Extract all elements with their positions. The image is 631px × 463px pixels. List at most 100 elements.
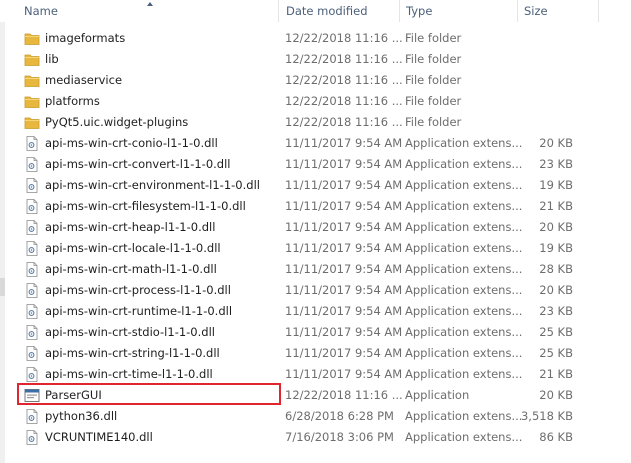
dll-icon — [24, 178, 40, 193]
column-header-bar: Name Date modified Type Size — [0, 0, 631, 22]
file-date-modified: 11/11/2017 9:54 AM — [285, 157, 403, 171]
file-type: File folder — [405, 73, 462, 87]
file-type: File folder — [405, 52, 462, 66]
file-name: api-ms-win-crt-convert-l1-1-0.dll — [45, 157, 231, 171]
file-name: api-ms-win-crt-stdio-l1-1-0.dll — [45, 325, 215, 339]
file-row[interactable]: api-ms-win-crt-convert-l1-1-0.dll 11/11/2… — [18, 154, 631, 175]
file-row[interactable]: api-ms-win-crt-string-l1-1-0.dll 11/11/20… — [18, 343, 631, 364]
file-date-modified: 11/11/2017 9:54 AM — [285, 262, 403, 276]
column-divider[interactable] — [399, 0, 400, 22]
file-date-modified: 11/11/2017 9:54 AM — [285, 199, 403, 213]
folder-icon — [24, 94, 40, 109]
file-type: Application extens... — [405, 136, 523, 150]
navigation-pane-splitter[interactable] — [0, 278, 5, 296]
file-date-modified: 11/11/2017 9:54 AM — [285, 241, 403, 255]
column-header-name[interactable]: Name — [24, 0, 58, 22]
file-size: 20 KB — [539, 220, 573, 234]
file-type: Application extens... — [405, 304, 523, 318]
file-size: 21 KB — [539, 367, 573, 381]
dll-icon — [24, 283, 40, 298]
file-row[interactable]: python36.dll 6/28/2018 6:28 PM Application… — [18, 406, 631, 427]
file-size: 86 KB — [539, 430, 573, 444]
file-name: platforms — [45, 94, 100, 108]
file-date-modified: 11/11/2017 9:54 AM — [285, 283, 403, 297]
file-type: Application extens... — [405, 262, 523, 276]
dll-icon — [24, 304, 40, 319]
folder-icon — [24, 52, 40, 67]
file-row[interactable]: api-ms-win-crt-process-l1-1-0.dll 11/11/2… — [18, 280, 631, 301]
file-size: 25 KB — [539, 325, 573, 339]
file-row[interactable]: VCRUNTIME140.dll 7/16/2018 3:06 PM Applica… — [18, 427, 631, 448]
file-date-modified: 11/11/2017 9:54 AM — [285, 346, 403, 360]
file-type: Application extens... — [405, 346, 523, 360]
file-row[interactable]: api-ms-win-crt-conio-l1-1-0.dll 11/11/201… — [18, 133, 631, 154]
file-type: Application extens... — [405, 430, 523, 444]
dll-icon — [24, 430, 40, 445]
file-name: api-ms-win-crt-time-l1-1-0.dll — [45, 367, 213, 381]
file-row[interactable]: lib 12/22/2018 11:16 ... File folder — [18, 49, 631, 70]
file-row[interactable]: api-ms-win-crt-math-l1-1-0.dll 11/11/2017… — [18, 259, 631, 280]
file-name: lib — [45, 52, 59, 66]
file-row[interactable]: imageformats 12/22/2018 11:16 ... File fol… — [18, 28, 631, 49]
file-name: VCRUNTIME140.dll — [45, 430, 153, 444]
file-row[interactable]: api-ms-win-crt-environment-l1-1-0.dll 11/… — [18, 175, 631, 196]
file-name: mediaservice — [45, 73, 123, 87]
folder-icon — [24, 115, 40, 130]
file-row[interactable]: mediaservice 12/22/2018 11:16 ... File fol… — [18, 70, 631, 91]
column-divider[interactable] — [278, 0, 279, 22]
file-size: 28 KB — [539, 262, 573, 276]
dll-icon — [24, 157, 40, 172]
file-row[interactable]: api-ms-win-crt-heap-l1-1-0.dll 11/11/2017… — [18, 217, 631, 238]
file-type: Application extens... — [405, 178, 523, 192]
dll-icon — [24, 346, 40, 361]
dll-icon — [24, 325, 40, 340]
column-divider[interactable] — [517, 0, 518, 22]
file-row[interactable]: api-ms-win-crt-runtime-l1-1-0.dll 11/11/2… — [18, 301, 631, 322]
file-size: 3,518 KB — [520, 409, 573, 423]
file-date-modified: 12/22/2018 11:16 ... — [285, 115, 403, 129]
file-type: Application extens... — [405, 157, 523, 171]
file-date-modified: 11/11/2017 9:54 AM — [285, 136, 403, 150]
column-header-date-modified[interactable]: Date modified — [286, 0, 368, 22]
dll-icon — [24, 136, 40, 151]
file-row[interactable]: platforms 12/22/2018 11:16 ... File folder — [18, 91, 631, 112]
file-type: Application — [405, 388, 470, 402]
file-name: api-ms-win-crt-conio-l1-1-0.dll — [45, 136, 218, 150]
file-type: File folder — [405, 31, 462, 45]
file-name: ParserGUI — [45, 388, 102, 402]
file-type: Application extens... — [405, 409, 523, 423]
file-name: imageformats — [45, 31, 126, 45]
file-row[interactable]: api-ms-win-crt-locale-l1-1-0.dll 11/11/20… — [18, 238, 631, 259]
file-type: File folder — [405, 94, 462, 108]
file-date-modified: 11/11/2017 9:54 AM — [285, 220, 403, 234]
file-size: 19 KB — [539, 178, 573, 192]
file-row[interactable]: PyQt5.uic.widget-plugins 12/22/2018 11:16… — [18, 112, 631, 133]
sort-ascending-icon — [147, 2, 153, 6]
file-size: 19 KB — [539, 241, 573, 255]
column-header-type[interactable]: Type — [406, 0, 432, 22]
file-row[interactable]: api-ms-win-crt-stdio-l1-1-0.dll 11/11/201… — [18, 322, 631, 343]
file-size: 21 KB — [539, 199, 573, 213]
column-divider[interactable] — [598, 0, 599, 22]
file-name: python36.dll — [45, 409, 118, 423]
file-name: api-ms-win-crt-string-l1-1-0.dll — [45, 346, 220, 360]
file-type: Application extens... — [405, 367, 523, 381]
file-date-modified: 11/11/2017 9:54 AM — [285, 178, 403, 192]
dll-icon — [24, 220, 40, 235]
file-type: Application extens... — [405, 199, 523, 213]
file-row[interactable]: ParserGUI 12/22/2018 11:16 ... Application… — [18, 385, 631, 406]
file-size: 20 KB — [539, 388, 573, 402]
file-name: api-ms-win-crt-heap-l1-1-0.dll — [45, 220, 216, 234]
column-header-size[interactable]: Size — [524, 0, 548, 22]
file-name: api-ms-win-crt-process-l1-1-0.dll — [45, 283, 231, 297]
file-date-modified: 6/28/2018 6:28 PM — [285, 409, 394, 423]
folder-icon — [24, 73, 40, 88]
file-size: 25 KB — [539, 346, 573, 360]
file-row[interactable]: api-ms-win-crt-filesystem-l1-1-0.dll 11/1… — [18, 196, 631, 217]
file-size: 23 KB — [539, 157, 573, 171]
file-type: Application extens... — [405, 241, 523, 255]
file-size: 23 KB — [539, 304, 573, 318]
file-date-modified: 12/22/2018 11:16 ... — [285, 94, 403, 108]
file-row[interactable]: api-ms-win-crt-time-l1-1-0.dll 11/11/2017… — [18, 364, 631, 385]
file-name: api-ms-win-crt-math-l1-1-0.dll — [45, 262, 217, 276]
